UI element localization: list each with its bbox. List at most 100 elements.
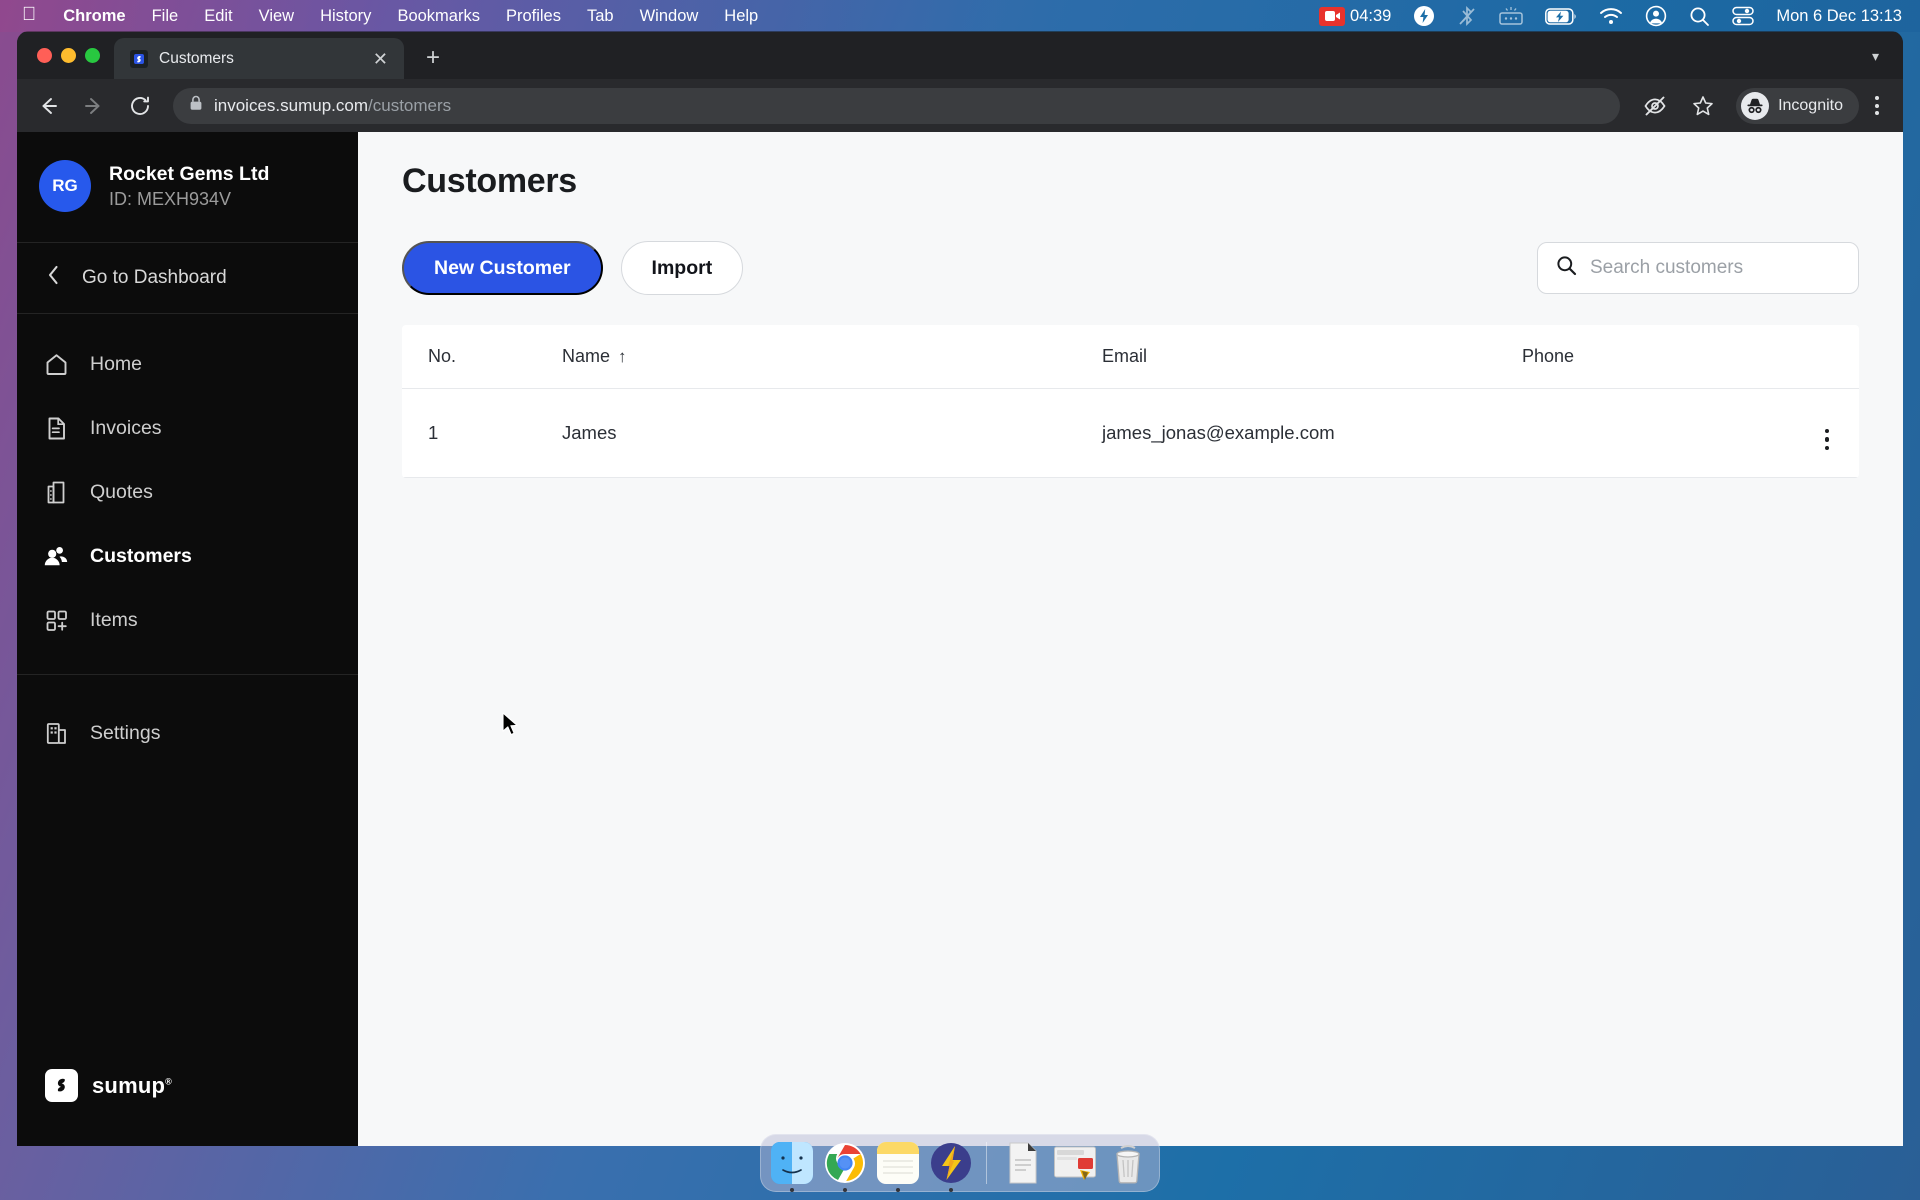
app-sidebar: RG Rocket Gems Ltd ID: MEXH934V Go to Da… — [17, 132, 358, 1146]
keyboard-brightness-icon[interactable] — [1499, 7, 1524, 25]
cell-email: james_jonas@example.com — [1102, 388, 1522, 478]
close-icon[interactable]: ✕ — [367, 46, 394, 72]
people-icon — [43, 543, 69, 569]
document-icon — [43, 415, 69, 441]
chevron-down-icon[interactable]: ▾ — [1872, 48, 1903, 79]
sumup-logo-icon — [45, 1069, 78, 1102]
page-title: Customers — [402, 162, 577, 200]
flash-bolt-icon[interactable] — [1413, 5, 1435, 27]
menu-item-bookmarks[interactable]: Bookmarks — [384, 7, 493, 26]
menu-item-tab[interactable]: Tab — [574, 7, 627, 26]
grid-plus-icon — [43, 607, 69, 633]
column-header-email[interactable]: Email — [1102, 325, 1522, 389]
kebab-menu-icon[interactable] — [1865, 96, 1889, 115]
sidebar-item-invoices[interactable]: Invoices — [17, 396, 358, 460]
minimize-window-button[interactable] — [61, 47, 76, 63]
column-header-no[interactable]: No. — [402, 325, 562, 389]
address-bar-url: invoices.sumup.com/customers — [214, 96, 451, 116]
menu-bar-clock[interactable]: Mon 6 Dec 13:13 — [1776, 7, 1902, 26]
recording-time: 04:39 — [1350, 6, 1392, 25]
menu-item-file[interactable]: File — [139, 7, 192, 26]
customers-table: No. Name ↑ Email Phone 1 James james_jona… — [402, 325, 1859, 478]
user-account-icon[interactable] — [1645, 5, 1667, 27]
organization-header[interactable]: RG Rocket Gems Ltd ID: MEXH934V — [17, 132, 358, 243]
table-row[interactable]: 1 James james_jonas@example.com — [402, 388, 1859, 478]
menu-item-view[interactable]: View — [246, 7, 307, 26]
cell-name: James — [562, 388, 1102, 478]
search-icon[interactable] — [1689, 6, 1710, 27]
screen-recording-icon — [1319, 6, 1346, 26]
screenshot-file-icon[interactable] — [1053, 1141, 1097, 1185]
wifi-icon[interactable] — [1599, 7, 1623, 25]
main-content: Customers New Customer Import No. Na — [358, 132, 1903, 1146]
close-window-button[interactable] — [37, 47, 52, 63]
go-to-dashboard-link[interactable]: Go to Dashboard — [17, 243, 358, 314]
new-tab-button[interactable]: + — [416, 41, 450, 75]
address-bar[interactable]: invoices.sumup.com/customers — [173, 87, 1621, 124]
back-arrow-icon[interactable] — [27, 85, 69, 127]
organization-id: ID: MEXH934V — [109, 189, 232, 209]
browser-tab[interactable]: Customers ✕ — [114, 38, 404, 79]
column-header-name[interactable]: Name ↑ — [562, 325, 1102, 389]
sidebar-item-quotes[interactable]: Quotes — [17, 460, 358, 524]
search-input[interactable] — [1590, 257, 1840, 279]
control-center-icon[interactable] — [1732, 6, 1755, 26]
maximize-window-button[interactable] — [85, 47, 100, 63]
trash-icon[interactable] — [1106, 1141, 1150, 1185]
cell-phone — [1522, 388, 1769, 478]
chrome-icon[interactable] — [823, 1141, 867, 1192]
incognito-icon — [1741, 91, 1770, 120]
running-indicator — [843, 1188, 847, 1192]
forward-arrow-icon[interactable] — [73, 85, 115, 127]
star-icon[interactable] — [1682, 85, 1724, 127]
lock-icon[interactable] — [189, 95, 203, 116]
import-button[interactable]: Import — [620, 241, 744, 295]
sidebar-item-label: Settings — [90, 721, 161, 744]
menu-item-profiles[interactable]: Profiles — [493, 7, 574, 26]
macos-dock — [760, 1134, 1160, 1192]
search-icon — [1556, 255, 1577, 281]
document-file-icon[interactable] — [1000, 1141, 1044, 1185]
profile-chip[interactable]: Incognito — [1736, 87, 1859, 124]
sidebar-item-customers[interactable]: Customers — [17, 524, 358, 588]
thunder-app-icon[interactable] — [929, 1141, 973, 1192]
running-indicator — [896, 1188, 900, 1192]
quote-document-icon — [43, 479, 69, 505]
bluetooth-off-icon[interactable] — [1457, 5, 1477, 27]
arrow-up-icon: ↑ — [618, 347, 627, 366]
browser-toolbar: invoices.sumup.com/customers Incognito — [17, 79, 1903, 132]
sidebar-item-items[interactable]: Items — [17, 588, 358, 652]
menu-item-chrome[interactable]: Chrome — [50, 7, 138, 26]
menu-bar-left:  Chrome File Edit View History Bookmark… — [0, 5, 771, 27]
column-header-actions — [1769, 325, 1859, 389]
reload-icon[interactable] — [119, 85, 161, 127]
new-customer-button[interactable]: New Customer — [402, 241, 603, 295]
screen-recording-indicator[interactable]: 04:39 — [1319, 6, 1392, 26]
sidebar-item-label: Items — [90, 608, 138, 631]
finder-icon[interactable] — [770, 1141, 814, 1192]
running-indicator — [949, 1188, 953, 1192]
row-kebab-menu-icon[interactable] — [1824, 428, 1829, 450]
notes-icon[interactable] — [876, 1141, 920, 1192]
action-bar: New Customer Import — [402, 241, 1859, 295]
menu-item-help[interactable]: Help — [711, 7, 771, 26]
browser-tab-title: Customers — [159, 49, 234, 67]
sidebar-item-label: Home — [90, 352, 143, 375]
eye-slash-icon[interactable] — [1634, 85, 1676, 127]
sumup-favicon-icon — [130, 49, 148, 68]
menu-bar-status-items: 04:39 Mon 6 Dec 13:13 — [1297, 5, 1920, 27]
sidebar-item-settings[interactable]: Settings — [17, 701, 358, 765]
sidebar-item-label: Invoices — [90, 416, 162, 439]
macos-menu-bar:  Chrome File Edit View History Bookmark… — [0, 0, 1920, 32]
menu-item-window[interactable]: Window — [627, 7, 712, 26]
sidebar-item-label: Quotes — [90, 480, 153, 503]
menu-item-history[interactable]: History — [307, 7, 384, 26]
apple-logo-icon[interactable]:  — [22, 5, 50, 27]
column-header-phone[interactable]: Phone — [1522, 325, 1769, 389]
battery-charging-icon[interactable] — [1545, 7, 1577, 25]
chevron-left-icon — [47, 265, 60, 291]
avatar: RG — [39, 160, 91, 212]
search-customers-field[interactable] — [1537, 242, 1859, 294]
sidebar-item-home[interactable]: Home — [17, 332, 358, 396]
menu-item-edit[interactable]: Edit — [191, 7, 245, 26]
